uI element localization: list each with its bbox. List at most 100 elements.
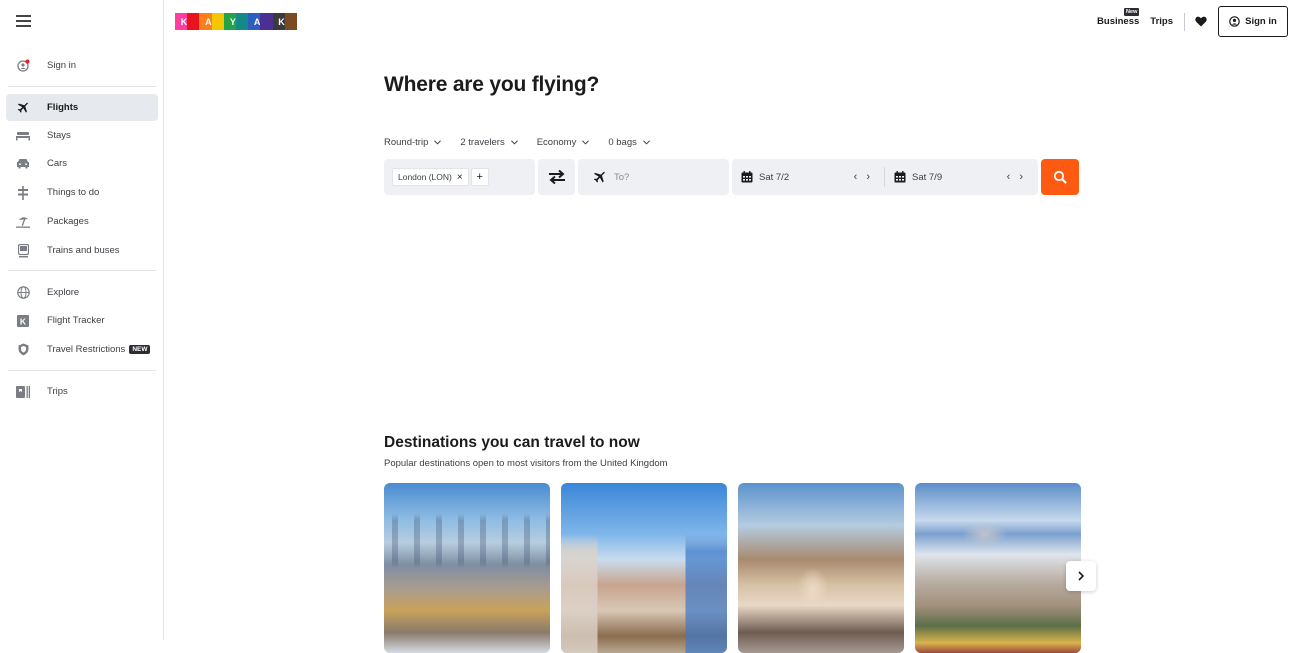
destination-field[interactable]: [578, 159, 729, 195]
car-icon: [16, 157, 30, 171]
user-circle-icon: [1229, 16, 1240, 27]
trips-link[interactable]: Trips: [1150, 16, 1173, 27]
business-label: Business: [1097, 16, 1140, 27]
destination-card[interactable]: [561, 483, 727, 653]
kayak-logo[interactable]: KAYAK: [175, 13, 297, 30]
logo-stripe: Y: [223, 13, 236, 30]
hamburger-menu-icon[interactable]: [16, 15, 31, 27]
return-date: Sat 7/9: [912, 171, 943, 183]
nav-divider: [1184, 12, 1185, 31]
destinations-title: Destinations you can travel to now: [384, 434, 640, 451]
chevron-down-icon: [510, 140, 518, 145]
trip-type-dropdown[interactable]: Round-trip: [384, 137, 442, 148]
destination-card[interactable]: [915, 483, 1081, 653]
origin-chip-label: London (LON): [398, 172, 452, 182]
sidebar-item-travel-restrictions[interactable]: Travel Restrictions NEW: [6, 336, 158, 363]
calendar-icon: [741, 171, 753, 183]
new-badge: NEW: [129, 345, 151, 354]
calendar-icon: [894, 171, 906, 183]
sidebar-item-sign-in[interactable]: Sign in: [6, 52, 158, 79]
destination-image: [915, 483, 1081, 653]
travelers-dropdown[interactable]: 2 travelers: [460, 137, 518, 148]
trip-type-label: Round-trip: [384, 137, 429, 148]
cabin-class-label: Economy: [536, 137, 577, 148]
destination-card[interactable]: [384, 483, 550, 653]
sidebar-item-cars[interactable]: Cars: [6, 150, 158, 177]
sidebar-item-trains-and-buses[interactable]: Trains and buses: [6, 237, 158, 264]
dates-field: Sat 7/2 ‹ › Sat 7/9 ‹ ›: [732, 159, 1038, 195]
top-nav: New Business Trips Sign in: [1097, 6, 1288, 37]
chevron-right-icon: [1078, 571, 1085, 581]
logo-stripe: [211, 13, 224, 30]
sidebar: Sign in Flights Stays Cars Things to do …: [0, 0, 164, 640]
train-icon: [16, 243, 30, 258]
origin-chip: London (LON) ×: [392, 168, 469, 186]
sidebar-item-label: Trains and buses: [47, 245, 120, 256]
sign-in-button[interactable]: Sign in: [1218, 6, 1288, 37]
sidebar-item-label: Sign in: [47, 60, 77, 71]
trips-icon: [16, 385, 30, 399]
sidebar-item-label-wrap: Travel Restrictions NEW: [47, 344, 151, 355]
sidebar-item-flight-tracker[interactable]: K Flight Tracker: [6, 307, 158, 334]
depart-date: Sat 7/2: [759, 171, 790, 183]
sidebar-item-packages[interactable]: Packages: [6, 208, 158, 235]
destinations-subtitle: Popular destinations open to most visito…: [384, 458, 668, 469]
sidebar-item-explore[interactable]: Explore: [6, 279, 158, 306]
return-next-day-button[interactable]: ›: [1019, 171, 1023, 183]
logo-stripe: [284, 13, 297, 30]
logo-stripe: K: [272, 13, 285, 30]
remove-origin-icon[interactable]: ×: [457, 172, 463, 183]
sidebar-divider: [8, 370, 156, 371]
sidebar-item-label: Travel Restrictions: [47, 344, 126, 355]
sidebar-item-label: Packages: [47, 216, 89, 227]
sidebar-item-label: Stays: [47, 130, 71, 141]
sidebar-item-label: Trips: [47, 386, 68, 397]
sidebar-item-label: Flight Tracker: [47, 315, 105, 326]
return-date-field[interactable]: Sat 7/9 ‹ ›: [885, 159, 1037, 195]
swap-button[interactable]: [538, 159, 575, 195]
shield-icon: [16, 343, 30, 357]
logo-stripe: [187, 13, 200, 30]
travelers-label: 2 travelers: [460, 137, 505, 148]
signpost-icon: [16, 185, 30, 200]
carousel-next-button[interactable]: [1066, 561, 1096, 591]
sidebar-item-label: Things to do: [47, 187, 100, 198]
sidebar-item-label: Flights: [47, 102, 79, 113]
logo-stripe: A: [248, 13, 261, 30]
return-prev-day-button[interactable]: ‹: [1007, 171, 1011, 183]
origin-field[interactable]: London (LON) × +: [384, 159, 535, 195]
sidebar-item-stays[interactable]: Stays: [6, 122, 158, 149]
plane-icon: [593, 170, 606, 183]
sidebar-item-flights[interactable]: Flights: [6, 94, 158, 121]
depart-date-field[interactable]: Sat 7/2 ‹ ›: [732, 159, 884, 195]
page-title: Where are you flying?: [384, 73, 600, 96]
bags-label: 0 bags: [608, 137, 637, 148]
kayak-k-icon: K: [16, 314, 30, 328]
add-origin-button[interactable]: +: [470, 168, 489, 186]
depart-next-day-button[interactable]: ›: [866, 171, 870, 183]
sidebar-item-trips[interactable]: Trips: [6, 378, 158, 405]
heart-icon[interactable]: [1194, 15, 1208, 29]
cabin-class-dropdown[interactable]: Economy: [537, 137, 590, 148]
new-tag: New: [1124, 8, 1140, 16]
depart-prev-day-button[interactable]: ‹: [854, 171, 858, 183]
chevron-down-icon: [642, 140, 650, 145]
search-icon: [1053, 170, 1067, 184]
destination-card[interactable]: [738, 483, 904, 653]
swap-arrows-icon: [548, 169, 565, 185]
sidebar-divider: [8, 270, 156, 271]
globe-icon: [16, 286, 30, 300]
plane-icon: [16, 101, 30, 115]
chevron-down-icon: [434, 140, 442, 145]
search-filters: Round-trip 2 travelers Economy 0 bags: [384, 137, 669, 148]
logo-stripe: A: [199, 13, 212, 30]
sidebar-item-things-to-do[interactable]: Things to do: [6, 179, 158, 206]
destination-input[interactable]: [614, 171, 714, 183]
flight-search-form: London (LON) × + Sat 7/2 ‹ › Sat 7/9 ‹ ›: [384, 159, 1079, 195]
sign-in-label: Sign in: [1245, 16, 1277, 27]
destination-image: [738, 483, 904, 653]
business-link[interactable]: New Business: [1097, 8, 1140, 27]
search-button[interactable]: [1041, 159, 1079, 195]
bags-dropdown[interactable]: 0 bags: [608, 137, 650, 148]
logo-stripe: [260, 13, 273, 30]
